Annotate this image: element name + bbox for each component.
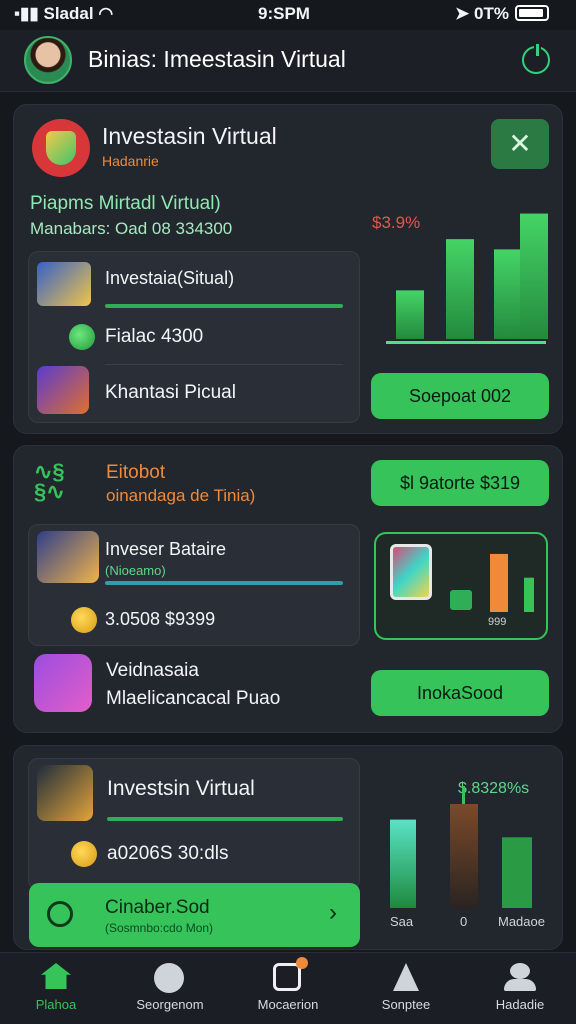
progress-bar xyxy=(105,581,343,585)
tab-label: Hadadie xyxy=(495,997,545,1012)
card2-list: Inveser Bataire (Nioeamo) 3.0508 $9399 xyxy=(28,524,360,646)
card3-item2: a0206S 30:dls xyxy=(107,843,229,864)
card1-item1[interactable]: Investaia(Situal) xyxy=(105,268,234,289)
wallet-icon xyxy=(37,262,91,306)
tab-support[interactable]: Sonptee xyxy=(350,953,462,1024)
card1-action-button[interactable]: Soepoat 002 xyxy=(371,373,549,419)
close-icon: ✕ xyxy=(508,128,532,159)
chart1 xyxy=(386,213,548,344)
chart1-baseline xyxy=(386,341,546,344)
shield-icon xyxy=(32,119,90,177)
clock: 9:SPM xyxy=(258,4,310,23)
axis-label-left: Saa xyxy=(390,914,414,929)
close-button[interactable]: ✕ xyxy=(491,119,549,169)
card1-heading: Piapms Mirtadl Virtual) xyxy=(30,193,221,214)
card2-item3-sub: Mlaelicancacal Puao xyxy=(106,688,281,709)
status-bar: ▪▮▮ Sladal ◠ 9:SPM ➤ 0T% xyxy=(0,0,576,30)
home-icon xyxy=(41,963,71,989)
chart3-arrow xyxy=(462,786,465,804)
coin-icon xyxy=(71,607,97,633)
notification-badge xyxy=(296,957,308,969)
tab-home[interactable]: Plahoa xyxy=(0,953,112,1024)
tab-label: Mocaerion xyxy=(257,997,319,1012)
avatar[interactable] xyxy=(24,36,72,84)
card1-item2: Fialac 4300 xyxy=(105,326,204,347)
flag-icon xyxy=(450,590,472,610)
battery-icon xyxy=(514,5,549,21)
investor-icon xyxy=(37,531,99,583)
safe-icon xyxy=(37,765,93,821)
chart3-bar xyxy=(390,819,416,908)
progress-bar xyxy=(105,304,343,308)
card2-item1-sub: (Nioeamo) xyxy=(105,563,166,578)
coin-icon xyxy=(69,324,95,350)
wifi-icon: ◠ xyxy=(98,4,114,23)
chart1-bar xyxy=(494,249,522,339)
app-icon xyxy=(34,654,92,712)
chart2-bar xyxy=(490,553,508,612)
page-title: Binias: Imeestasin Virtual xyxy=(88,46,346,72)
investment-card-3: Investsin Virtual a0206S 30:dls Cinaber.… xyxy=(13,745,563,950)
card2-top-button[interactable]: $l 9atorte $319 xyxy=(371,460,549,506)
chart1-bar xyxy=(446,239,474,339)
progress-bar xyxy=(107,817,343,821)
card1-subtitle: Hadanrie xyxy=(102,153,159,169)
card3-item1-title[interactable]: Investsin Virtual xyxy=(107,777,255,801)
tab-profile[interactable]: Hadadie xyxy=(464,953,576,1024)
cta-button[interactable]: Cinaber.Sod (Sosmnbo:cdo Mon) › xyxy=(29,883,360,947)
chart2 xyxy=(490,553,534,612)
bottom-tab-bar: Plahoa Seorgenom Mocaerion Sonptee Hadad… xyxy=(0,952,576,1024)
card2-bottom-button[interactable]: InokaSood xyxy=(371,670,549,716)
chart1-bar xyxy=(396,290,424,339)
location-icon: ➤ xyxy=(455,4,470,23)
tab-search[interactable]: Seorgenom xyxy=(114,953,226,1024)
tab-label: Plahoa xyxy=(35,997,77,1012)
cta-subtitle: (Sosmnbo:cdo Mon) xyxy=(105,921,214,935)
card2-item3-title[interactable]: Veidnasaia xyxy=(106,660,199,682)
phone-icon xyxy=(390,544,432,600)
tab-notifications[interactable]: Mocaerion xyxy=(232,953,344,1024)
search-icon xyxy=(154,963,184,993)
card1-item3[interactable]: Khantasi Picual xyxy=(105,382,236,404)
power-icon[interactable] xyxy=(522,44,550,74)
card2-item1-title[interactable]: Inveser Bataire xyxy=(105,539,226,560)
card2-title: Eitobot xyxy=(106,462,166,483)
card1-amount: Manabars: Oad 08 334300 xyxy=(30,219,233,238)
battery-status: ➤ 0T% xyxy=(455,4,549,24)
card1-title: Investasin Virtual xyxy=(102,123,277,149)
cta-title: Cinaber.Sod xyxy=(105,897,210,918)
search-icon xyxy=(47,901,73,927)
person-pin-icon xyxy=(393,963,419,991)
chart3-bar xyxy=(450,804,478,908)
tab-label: Sonptee xyxy=(381,997,431,1012)
card2-item2: 3.0508 $9399 xyxy=(105,609,216,629)
card3-list: Investsin Virtual a0206S 30:dls xyxy=(28,758,360,890)
user-icon xyxy=(510,963,530,979)
chart3-bar xyxy=(502,837,532,908)
axis-label-right: Madaoe xyxy=(498,914,545,929)
card1-list: Investaia(Situal) Fialac 4300 Khantasi P… xyxy=(28,251,360,423)
card2-mini-chart: 999 xyxy=(374,532,548,640)
shop-icon xyxy=(37,366,89,414)
investment-card-1: Investasin Virtual Hadanrie ✕ Piapms Mir… xyxy=(13,104,563,434)
axis-label-mid: 0 xyxy=(460,914,468,929)
coin-icon xyxy=(71,841,97,867)
chart2-bar xyxy=(524,577,534,612)
app-header: Binias: Imeestasin Virtual xyxy=(0,30,576,92)
chevron-right-icon: › xyxy=(329,899,337,926)
tab-label: Seorgenom xyxy=(136,997,204,1012)
divider xyxy=(105,364,343,365)
chart3 xyxy=(390,786,532,908)
signal-icon: ▪▮▮ xyxy=(14,4,39,23)
money-icon: ∿§ §∿ xyxy=(34,459,65,504)
carrier-label: ▪▮▮ Sladal ◠ xyxy=(14,4,114,23)
mini-chart-label: 999 xyxy=(488,616,507,628)
card2-subtitle: oinandaga de Tinia) xyxy=(106,486,256,505)
investment-card-2: ∿§ §∿ Eitobot oinandaga de Tinia) $l 9ato… xyxy=(13,445,563,733)
chart1-bar xyxy=(520,213,548,339)
